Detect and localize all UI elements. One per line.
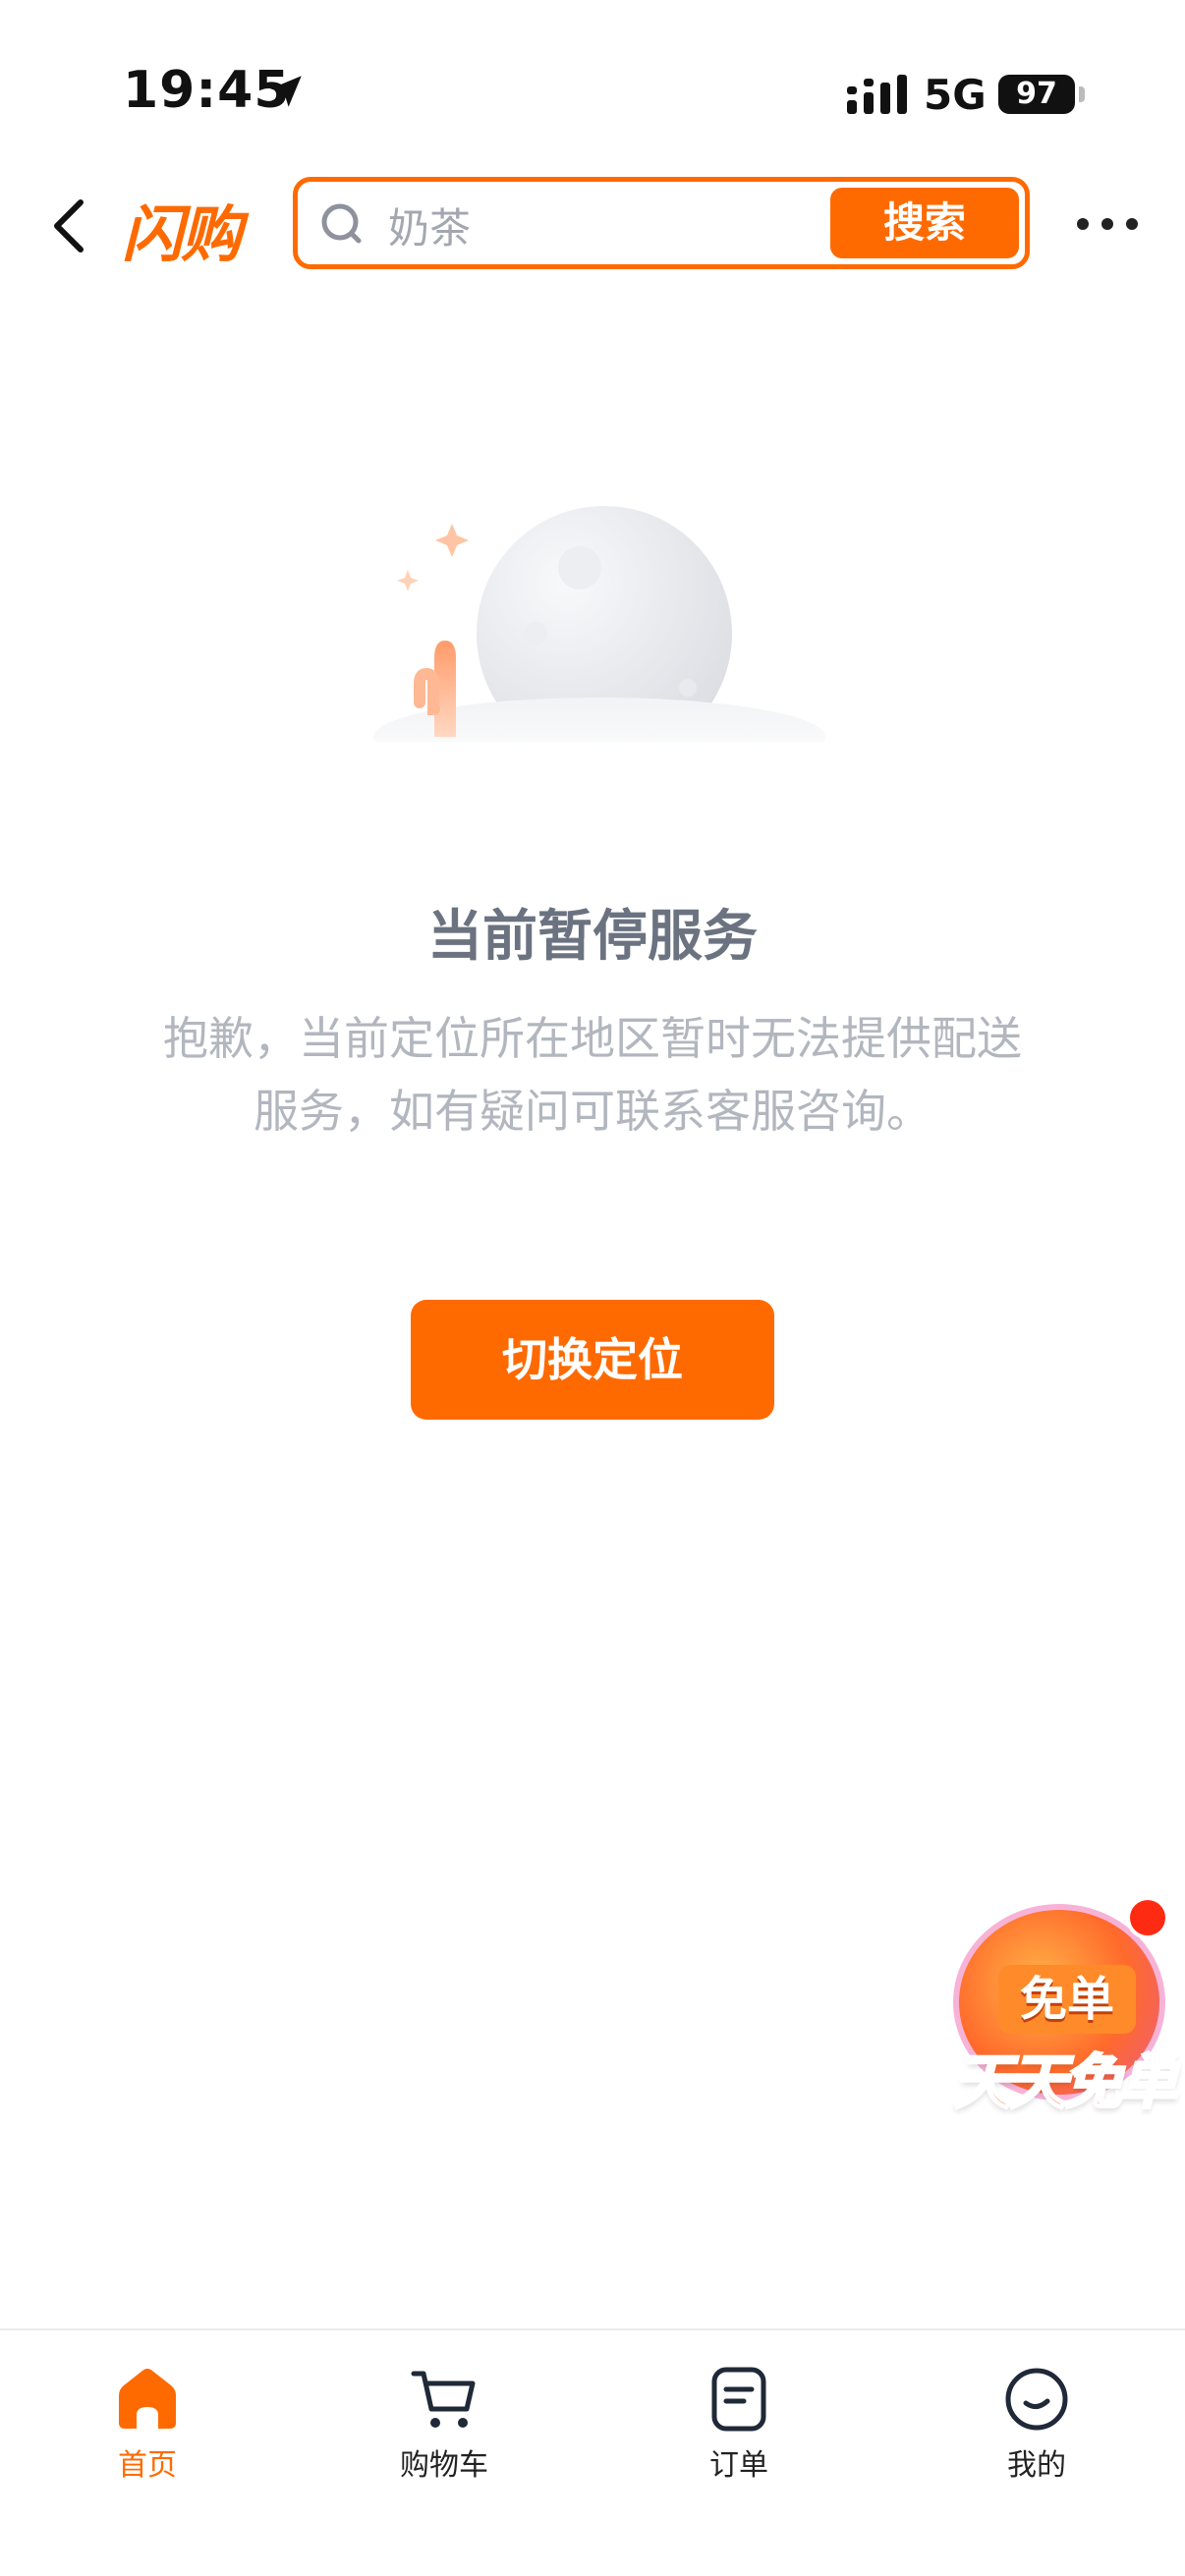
brand-logo: 闪购 xyxy=(122,198,242,270)
tab-home-label: 首页 xyxy=(118,2448,177,2483)
status-bar: 19:45 5G 97 xyxy=(0,0,1185,167)
screen: 19:45 5G 97 闪购 奶茶 搜索 当前暂停服务 抱歉，当前定位所在地区暂… xyxy=(0,0,1185,2576)
header: 闪购 奶茶 搜索 xyxy=(0,167,1185,285)
empty-state-illustration xyxy=(373,506,825,766)
search-input[interactable]: 奶茶 xyxy=(388,196,471,255)
notification-dot xyxy=(1126,1896,1169,1939)
search-button[interactable]: 搜索 xyxy=(830,188,1019,258)
search-bar[interactable]: 奶茶 搜索 xyxy=(293,177,1030,269)
tab-cart-label: 购物车 xyxy=(400,2448,488,2483)
tab-profile-label: 我的 xyxy=(1007,2448,1066,2483)
back-chevron-icon xyxy=(54,199,84,252)
tab-orders-label: 订单 xyxy=(709,2448,768,2483)
free-order-promo[interactable]: 免单 天天免单 xyxy=(933,1896,1185,2132)
switch-location-button[interactable]: 切换定位 xyxy=(411,1300,774,1420)
order-icon xyxy=(711,2367,766,2432)
tab-profile[interactable]: 我的 xyxy=(938,2344,1135,2501)
home-icon xyxy=(119,2369,176,2429)
battery-tip xyxy=(1079,86,1085,102)
tab-orders[interactable]: 订单 xyxy=(641,2344,837,2501)
tab-home[interactable]: 首页 xyxy=(49,2344,246,2501)
back-button[interactable] xyxy=(39,187,98,265)
empty-state-description: 抱歉，当前定位所在地区暂时无法提供配送服务，如有疑问可联系客服咨询。 xyxy=(163,1012,1022,1138)
profile-icon xyxy=(1005,2368,1068,2431)
battery-indicator: 97 xyxy=(998,75,1075,114)
tab-cart[interactable]: 购物车 xyxy=(346,2344,542,2501)
network-type: 5G xyxy=(924,71,987,119)
empty-state-title: 当前暂停服务 xyxy=(427,905,758,969)
location-arrow-icon xyxy=(270,76,302,107)
more-options-icon[interactable] xyxy=(1073,204,1142,244)
search-icon xyxy=(321,203,362,244)
promo-banner-text: 天天免单 xyxy=(952,2047,1179,2119)
cart-icon xyxy=(411,2371,476,2428)
cellular-signal-icon xyxy=(847,75,907,114)
promo-top-label: 免单 xyxy=(998,1965,1136,2034)
bottom-tab-bar: 首页 购物车 订单 我的 xyxy=(0,2328,1185,2576)
